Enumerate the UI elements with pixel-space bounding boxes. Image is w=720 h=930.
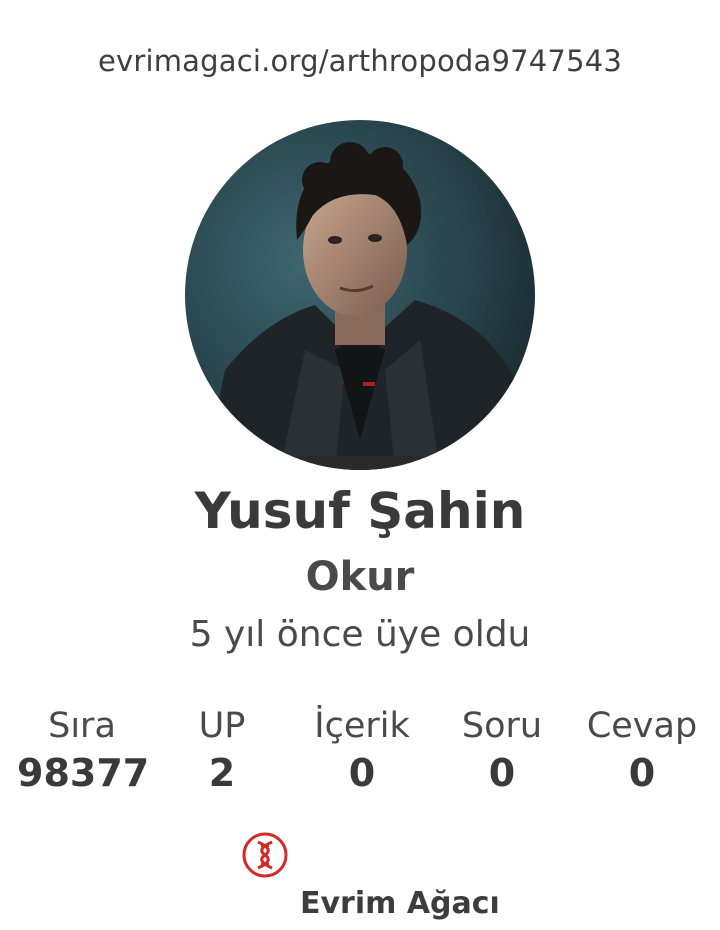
profile-url: evrimagaci.org/arthropoda9747543 (97, 44, 623, 78)
stat-label: Cevap (586, 706, 698, 746)
stat-label: UP (198, 706, 246, 746)
stat-content: İçerik 0 (297, 704, 427, 798)
user-role: Okur (305, 554, 415, 600)
stat-label: İçerik (314, 706, 410, 746)
stat-value: 0 (348, 751, 376, 795)
stat-rank: Sıra 98377 (17, 704, 150, 798)
dna-logo-icon (242, 832, 288, 878)
stat-answers: Cevap 0 (577, 704, 707, 798)
user-name: Yusuf Şahin (194, 482, 526, 540)
stat-questions: Soru 0 (437, 704, 567, 798)
member-since: 5 yıl önce üye oldu (189, 614, 531, 655)
avatar (185, 120, 535, 470)
stat-label: Soru (461, 706, 543, 746)
stat-up: UP 2 (157, 704, 287, 798)
stat-label: Sıra (48, 706, 116, 746)
brand-name: Evrim Ağacı (300, 886, 500, 921)
stat-value: 2 (208, 751, 236, 795)
stat-value: 0 (628, 751, 656, 795)
stat-value: 98377 (17, 751, 150, 795)
stats-row: Sıra 98377 UP 2 İçerik 0 Soru 0 Cevap 0 (17, 704, 707, 798)
stat-value: 0 (488, 751, 516, 795)
